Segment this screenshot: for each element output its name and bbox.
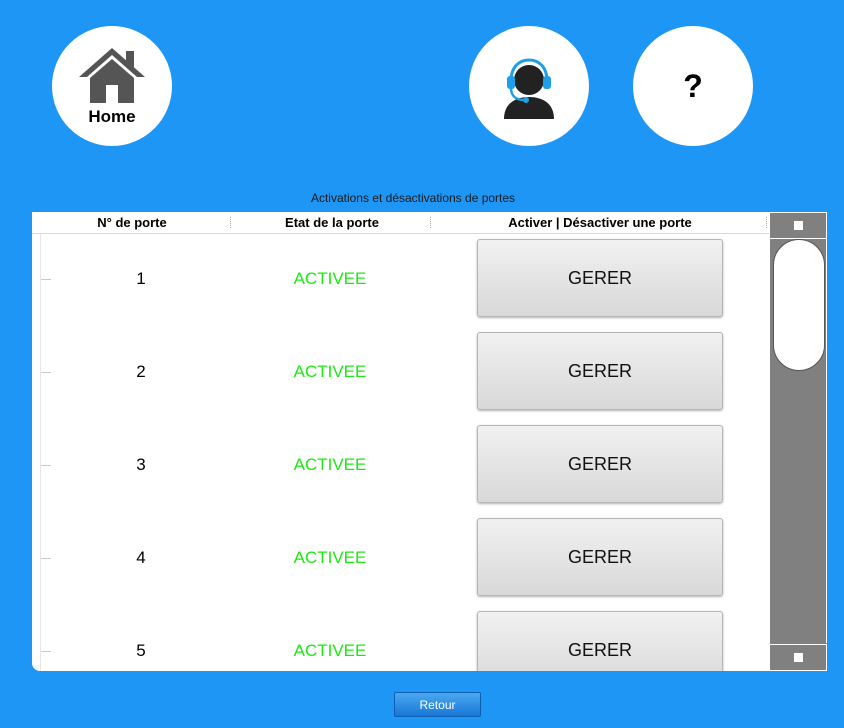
scroll-up-button[interactable] [769, 212, 827, 239]
door-number: 4 [136, 548, 146, 567]
door-number: 5 [136, 641, 146, 660]
table-row: 2 ACTIVEE GERER [32, 326, 770, 419]
house-icon [79, 48, 145, 103]
headset-agent-icon [504, 58, 554, 119]
row-tick [41, 651, 51, 652]
door-status: ACTIVEE [293, 362, 367, 381]
back-button[interactable]: Retour [394, 692, 481, 717]
help-button[interactable]: ? [633, 26, 753, 146]
door-status: ACTIVEE [293, 641, 367, 660]
doors-table: N° de porte Etat de la porte Activer | D… [32, 212, 770, 671]
support-button[interactable] [469, 26, 589, 146]
manage-door-button[interactable]: GERER [477, 239, 723, 317]
manage-door-button[interactable]: GERER [477, 611, 723, 671]
column-header-door-number[interactable]: N° de porte [32, 212, 232, 233]
manage-door-button[interactable]: GERER [477, 332, 723, 410]
door-number: 2 [136, 362, 146, 381]
scrollbar-track[interactable] [769, 239, 827, 643]
table-row: 5 ACTIVEE GERER [32, 605, 770, 671]
home-label: Home [88, 107, 136, 126]
column-header-door-state[interactable]: Etat de la porte [232, 212, 432, 233]
table-row: 3 ACTIVEE GERER [32, 419, 770, 512]
manage-door-button[interactable]: GERER [477, 425, 723, 503]
table-caption: Activations et désactivations de portes [310, 191, 516, 205]
table-row: 4 ACTIVEE GERER [32, 512, 770, 605]
door-status: ACTIVEE [293, 269, 367, 288]
scrollbar-thumb[interactable] [773, 239, 825, 371]
table-header: N° de porte Etat de la porte Activer | D… [32, 212, 770, 234]
question-mark-icon: ? [683, 67, 703, 104]
home-button[interactable]: Home [52, 26, 172, 146]
door-status: ACTIVEE [293, 455, 367, 474]
square-icon [793, 221, 803, 230]
table-row: 1 ACTIVEE GERER [32, 233, 770, 326]
square-icon [793, 653, 803, 662]
row-tick [41, 558, 51, 559]
row-tick [41, 279, 51, 280]
table-scrollbar[interactable] [769, 212, 827, 671]
door-status: ACTIVEE [293, 548, 367, 567]
door-number: 1 [136, 269, 146, 288]
row-tick [41, 372, 51, 373]
column-header-door-action[interactable]: Activer | Désactiver une porte [432, 212, 768, 233]
manage-door-button[interactable]: GERER [477, 518, 723, 596]
row-tick [41, 465, 51, 466]
door-number: 3 [136, 455, 146, 474]
scroll-down-button[interactable] [769, 644, 827, 671]
